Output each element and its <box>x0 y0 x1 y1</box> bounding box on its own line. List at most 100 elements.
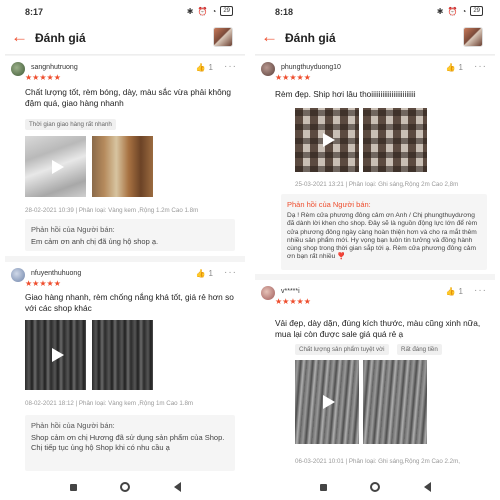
square-icon <box>319 483 327 491</box>
more-options-icon[interactable]: ··· <box>224 61 237 72</box>
more-options-icon[interactable]: ··· <box>224 267 237 278</box>
circle-icon <box>120 482 130 492</box>
page-title: Đánh giá <box>35 31 86 45</box>
reply-text: Shop cảm ơn chị Hương đã sử dụng sản phẩ… <box>31 433 225 452</box>
rating-stars: ★★★★★ <box>275 297 311 306</box>
system-back-button[interactable] <box>171 481 183 493</box>
reviewer-name: phungthuyduong10 <box>281 64 341 71</box>
reviewer-name: nfuyenthuhuong <box>31 270 82 277</box>
review-meta: 28-02-2021 10:39 | Phân loại: Vàng kem ,… <box>25 207 199 214</box>
thumbs-up-icon: 👍 <box>195 269 206 278</box>
status-time: 8:18 <box>275 7 294 17</box>
review-meta: 08-02-2021 18:12 | Phân loại: Vàng kem ,… <box>25 400 194 407</box>
rating-stars: ★★★★★ <box>25 73 61 82</box>
battery-icon: 29 <box>220 6 233 16</box>
reply-title: Phản hồi của Người bán: <box>31 225 115 234</box>
play-icon <box>323 133 335 147</box>
review-video[interactable] <box>295 108 359 172</box>
like-button[interactable]: 👍 1 <box>196 63 213 72</box>
triangle-back-icon <box>173 482 181 492</box>
avatar[interactable] <box>11 268 25 282</box>
phone-screen-left: 8:17 ✱ ⏰ ◔ 29 ← Đánh giá sangnhutruong 👍… <box>5 0 245 500</box>
like-count: 1 <box>458 63 463 72</box>
reply-text: Em cảm ơn anh chị đã ủng hộ shop ạ. <box>31 237 159 246</box>
thumbs-up-icon: 👍 <box>195 63 206 72</box>
like-button[interactable]: 👍 1 <box>196 269 213 278</box>
reviewer-name: v*****i <box>281 288 300 295</box>
bluetooth-icon: ✱ <box>436 6 444 16</box>
triangle-back-icon <box>423 482 431 492</box>
review-tag: Thời gian giao hàng rất nhanh <box>25 119 116 130</box>
review-photo[interactable] <box>92 320 153 390</box>
thumbs-up-icon: 👍 <box>445 63 456 72</box>
wifi-icon: ◔ <box>461 6 467 16</box>
thumbs-up-icon: 👍 <box>445 287 456 296</box>
wifi-icon: ◔ <box>211 6 217 16</box>
status-bar: 8:18 ✱ ⏰ ◔ 29 <box>255 0 495 22</box>
reply-title: Phản hồi của Người bán: <box>287 200 371 209</box>
review-card: v*****i 👍 1 ··· ★★★★★ Vải đẹp, dày dặn, đ… <box>255 280 495 474</box>
review-card: nfuyenthuhuong 👍 1 ··· ★★★★★ Giao hàng nh… <box>5 262 245 474</box>
back-arrow-icon[interactable]: ← <box>261 27 278 47</box>
like-button[interactable]: 👍 1 <box>446 63 463 72</box>
like-count: 1 <box>458 287 463 296</box>
seller-reply: Phản hồi của Người bán: Shop cảm ơn chị … <box>25 415 235 471</box>
like-count: 1 <box>208 63 213 72</box>
seller-reply: Phản hồi của Người bán: Em cảm ơn anh ch… <box>25 219 235 251</box>
review-video[interactable] <box>25 320 86 390</box>
avatar[interactable] <box>261 286 275 300</box>
bluetooth-icon: ✱ <box>186 6 194 16</box>
review-text: Rèm đẹp. Ship hơi lâu thoiiiiiiiiiiiiiii… <box>275 89 416 99</box>
home-button[interactable] <box>369 481 381 493</box>
circle-icon <box>370 482 380 492</box>
system-nav-bar <box>255 474 495 500</box>
play-icon <box>51 348 64 362</box>
recent-apps-button[interactable] <box>317 481 329 493</box>
alarm-icon: ⏰ <box>447 6 458 16</box>
seller-reply: Phản hồi của Người bán: Dạ ! Rèm cửa phư… <box>281 194 487 270</box>
page-title: Đánh giá <box>285 31 336 45</box>
more-options-icon[interactable]: ··· <box>474 61 487 72</box>
status-bar: 8:17 ✱ ⏰ ◔ 29 <box>5 0 245 22</box>
rating-stars: ★★★★★ <box>275 73 311 82</box>
product-thumbnail[interactable] <box>463 27 483 47</box>
review-card: sangnhutruong 👍 1 ··· ★★★★★ Chất lượng tố… <box>5 56 245 256</box>
more-options-icon[interactable]: ··· <box>474 285 487 296</box>
review-tag: Chất lượng sản phẩm tuyệt vời <box>295 344 389 355</box>
review-text: Chất lượng tốt, rèm bóng, dày, màu sắc v… <box>25 87 231 108</box>
avatar[interactable] <box>11 62 25 76</box>
review-text: Giao hàng nhanh, rèm chống nắng khá tốt,… <box>25 292 234 313</box>
battery-icon: 29 <box>470 6 483 16</box>
app-header: ← Đánh giá <box>255 22 495 55</box>
app-header: ← Đánh giá <box>5 22 245 55</box>
square-icon <box>69 483 77 491</box>
status-time: 8:17 <box>25 7 44 17</box>
review-meta: 25-03-2021 13:21 | Phân loại: Ghi sáng,R… <box>295 181 459 188</box>
review-tag: Rất đáng tiền <box>397 344 442 355</box>
review-text: Vải đẹp, dày dặn, đúng kích thước, màu c… <box>275 318 481 339</box>
reply-text: Dạ ! Rèm cửa phương đông cảm ơn Anh / Ch… <box>287 212 478 261</box>
review-photo[interactable] <box>363 360 427 444</box>
rating-stars: ★★★★★ <box>25 279 61 288</box>
home-button[interactable] <box>119 481 131 493</box>
review-meta: 06-03-2021 10:01 | Phân loại: Ghi sáng,R… <box>295 458 460 465</box>
reviewer-name: sangnhutruong <box>31 64 78 71</box>
review-video[interactable] <box>295 360 359 444</box>
back-arrow-icon[interactable]: ← <box>11 27 28 47</box>
play-icon <box>323 395 335 409</box>
avatar[interactable] <box>261 62 275 76</box>
like-count: 1 <box>208 269 213 278</box>
review-photo[interactable] <box>363 108 427 172</box>
play-icon <box>51 159 64 174</box>
review-photo[interactable] <box>92 136 153 197</box>
system-back-button[interactable] <box>421 481 433 493</box>
product-thumbnail[interactable] <box>213 27 233 47</box>
review-card: phungthuyduong10 👍 1 ··· ★★★★★ Rèm đẹp. S… <box>255 56 495 274</box>
review-video[interactable] <box>25 136 86 197</box>
phone-screen-right: 8:18 ✱ ⏰ ◔ 29 ← Đánh giá phungthuyduong1… <box>255 0 495 500</box>
reply-title: Phản hồi của Người bán: <box>31 421 115 430</box>
system-nav-bar <box>5 474 245 500</box>
alarm-icon: ⏰ <box>197 6 208 16</box>
recent-apps-button[interactable] <box>67 481 79 493</box>
like-button[interactable]: 👍 1 <box>446 287 463 296</box>
